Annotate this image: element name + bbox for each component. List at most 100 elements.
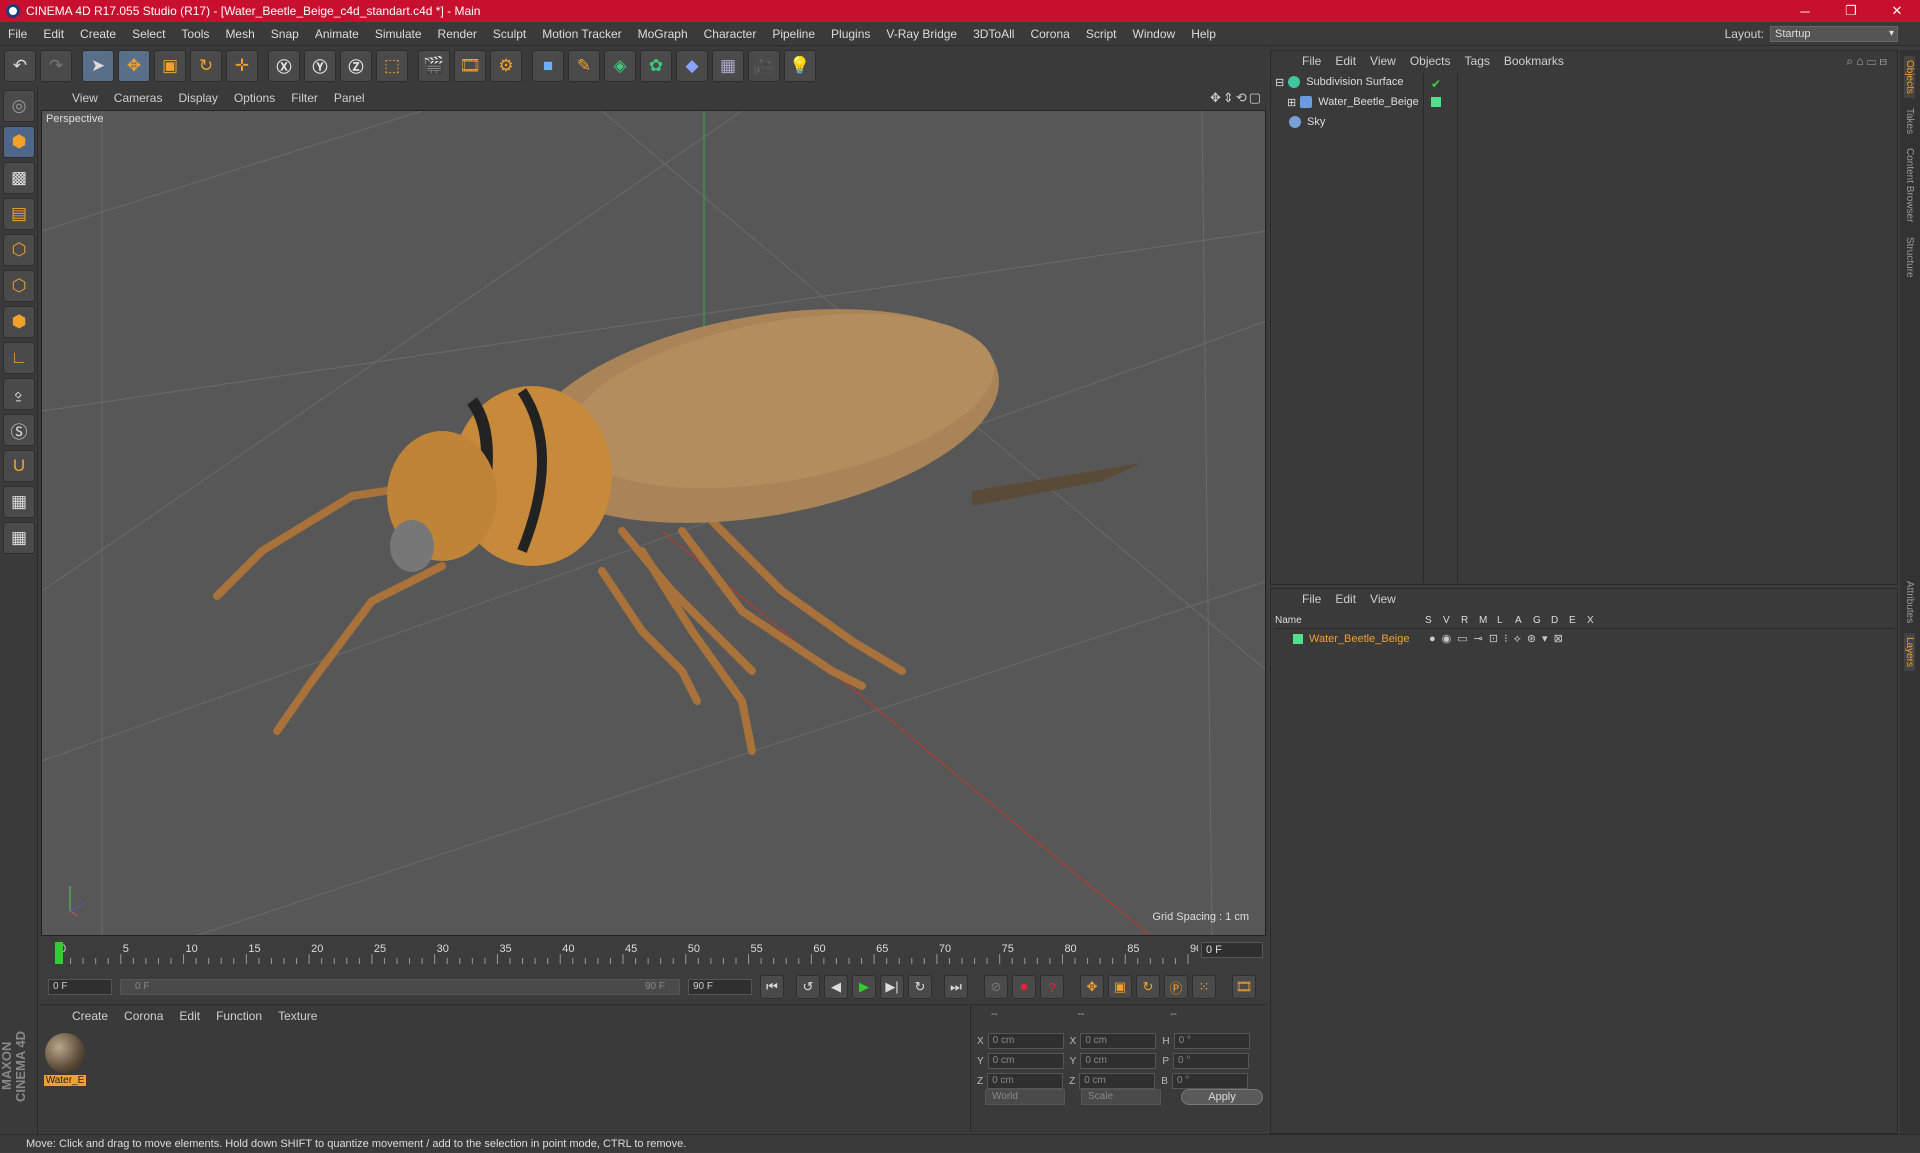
render-settings-icon[interactable]: ⚙ — [490, 50, 522, 82]
menu-plugins[interactable]: Plugins — [823, 27, 878, 41]
material-menu-function[interactable]: Function — [208, 1009, 270, 1023]
menu-help[interactable]: Help — [1183, 27, 1224, 41]
points-mode-icon[interactable]: ⬡ — [3, 234, 35, 266]
apply-button[interactable]: Apply — [1181, 1089, 1263, 1105]
material-menu-texture[interactable]: Texture — [270, 1009, 325, 1023]
menu-window[interactable]: Window — [1125, 27, 1184, 41]
tab-attributes[interactable]: Attributes — [1904, 577, 1915, 627]
layer-color-swatch[interactable] — [1293, 634, 1303, 644]
move-tool-icon[interactable]: ✥ — [118, 50, 150, 82]
position-z-field[interactable]: 0 cm — [987, 1073, 1064, 1089]
material-menu-edit[interactable]: Edit — [171, 1009, 208, 1023]
objmgr-menu-edit[interactable]: Edit — [1328, 54, 1363, 68]
record-keys-icon[interactable]: ⊘ — [984, 975, 1008, 999]
maximize-button[interactable]: ❐ — [1828, 0, 1874, 22]
expand-icon[interactable]: ⊞ — [1287, 96, 1296, 109]
search-icon[interactable]: ⌕ ⌂ ▭ ⊟ — [1846, 54, 1887, 69]
menu-mesh[interactable]: Mesh — [217, 27, 262, 41]
edges-mode-icon[interactable]: ⬡ — [3, 270, 35, 302]
render-view-icon[interactable]: 🎬 — [418, 50, 450, 82]
current-frame-field[interactable]: 0 F — [1201, 942, 1263, 958]
viewport-menu-panel[interactable]: Panel — [326, 91, 373, 105]
deformer-icon[interactable]: ◆ — [676, 50, 708, 82]
coordinate-mode-dropdown[interactable]: World — [985, 1089, 1065, 1105]
rotation-p-field[interactable]: 0 ° — [1173, 1053, 1250, 1069]
menu-create[interactable]: Create — [72, 27, 124, 41]
end-frame-field[interactable]: 90 F — [688, 979, 752, 995]
layer-color-icon[interactable] — [1431, 97, 1441, 107]
menu-file[interactable]: File — [0, 27, 35, 41]
position-y-field[interactable]: 0 cm — [987, 1053, 1064, 1069]
menu-pipeline[interactable]: Pipeline — [764, 27, 823, 41]
objmgr-menu-view[interactable]: View — [1363, 54, 1403, 68]
redo-icon[interactable]: ↷ — [40, 50, 72, 82]
menu-snap[interactable]: Snap — [263, 27, 307, 41]
go-to-start-icon[interactable]: ⏮ — [760, 975, 784, 999]
start-frame-field[interactable]: 0 F — [48, 979, 112, 995]
position-x-field[interactable]: 0 cm — [987, 1033, 1064, 1049]
select-cursor-icon[interactable]: ➤ — [82, 50, 114, 82]
key-point-level-icon[interactable]: ⁙ — [1192, 975, 1216, 999]
tweak-mode-icon[interactable]: ⍚ — [3, 378, 35, 410]
polygons-mode-icon[interactable]: ⬢ — [3, 306, 35, 338]
mograph-cloner-icon[interactable]: ✿ — [640, 50, 672, 82]
objmgr-menu-objects[interactable]: Objects — [1403, 54, 1458, 68]
key-rotation-icon[interactable]: ↻ — [1136, 975, 1160, 999]
menu-mograph[interactable]: MoGraph — [630, 27, 696, 41]
timeline-ruler[interactable]: 051015202530354045505560657075808590 0 F — [40, 936, 1267, 970]
objmgr-menu-tags[interactable]: Tags — [1458, 54, 1497, 68]
menu-edit[interactable]: Edit — [35, 27, 72, 41]
key-parameter-icon[interactable]: Ⓟ — [1164, 975, 1188, 999]
live-selection-icon[interactable]: ✛ — [226, 50, 258, 82]
object-row-water-beetle[interactable]: ⊞ Water_Beetle_Beige — [1287, 93, 1419, 111]
close-button[interactable]: ✕ — [1874, 0, 1920, 22]
cube-primitive-icon[interactable]: ■ — [532, 50, 564, 82]
tab-structure[interactable]: Structure — [1904, 233, 1915, 282]
menu-character[interactable]: Character — [696, 27, 765, 41]
render-picture-viewer-icon[interactable]: 🎞 — [454, 50, 486, 82]
layermgr-menu-edit[interactable]: Edit — [1328, 592, 1363, 606]
subdivision-generator-icon[interactable]: ◈ — [604, 50, 636, 82]
viewport-menu-options[interactable]: Options — [226, 91, 283, 105]
menu-select[interactable]: Select — [124, 27, 173, 41]
frame-range-slider[interactable]: 0 F 90 F — [120, 979, 680, 995]
keyframe-selection-icon[interactable]: ? — [1040, 975, 1064, 999]
previous-frame-icon[interactable]: ◀ — [824, 975, 848, 999]
size-z-field[interactable]: 0 cm — [1079, 1073, 1156, 1089]
previous-key-icon[interactable]: ↺ — [796, 975, 820, 999]
x-axis-lock-icon[interactable]: Ⓧ — [268, 50, 300, 82]
material-menu-create[interactable]: Create — [64, 1009, 116, 1023]
object-row-subdivision-surface[interactable]: ⊟ Subdivision Surface — [1275, 73, 1403, 91]
go-to-end-icon[interactable]: ⏭ — [944, 975, 968, 999]
layermgr-menu-view[interactable]: View — [1363, 592, 1403, 606]
make-editable-icon[interactable]: ◎ — [3, 90, 35, 122]
key-scale-icon[interactable]: ▣ — [1108, 975, 1132, 999]
texture-mode-icon[interactable]: ▩ — [3, 162, 35, 194]
viewport-menu-view[interactable]: View — [64, 91, 106, 105]
floor-scene-icon[interactable]: ▦ — [712, 50, 744, 82]
light-icon[interactable]: 💡 — [784, 50, 816, 82]
viewport-menu-display[interactable]: Display — [170, 91, 225, 105]
material-menu-corona[interactable]: Corona — [116, 1009, 171, 1023]
viewport-menu-filter[interactable]: Filter — [283, 91, 326, 105]
objmgr-menu-bookmarks[interactable]: Bookmarks — [1497, 54, 1571, 68]
auto-keying-icon[interactable]: ⏺ — [1012, 975, 1036, 999]
menu-tools[interactable]: Tools — [173, 27, 217, 41]
playhead-marker[interactable] — [55, 942, 63, 964]
timeline-window-icon[interactable]: 🎞 — [1232, 975, 1256, 999]
menu-animate[interactable]: Animate — [307, 27, 367, 41]
minimize-button[interactable]: ─ — [1782, 0, 1828, 22]
tab-objects[interactable]: Objects — [1904, 56, 1915, 98]
play-icon[interactable]: ▶ — [852, 975, 876, 999]
menu-vray-bridge[interactable]: V-Ray Bridge — [878, 27, 965, 41]
material-swatch[interactable]: Water_E — [44, 1033, 86, 1086]
model-mode-icon[interactable]: ⬢ — [3, 126, 35, 158]
tab-content-browser[interactable]: Content Browser — [1904, 144, 1915, 226]
objmgr-menu-file[interactable]: File — [1295, 54, 1328, 68]
size-x-field[interactable]: 0 cm — [1080, 1033, 1157, 1049]
enabled-check-icon[interactable]: ✔ — [1431, 77, 1441, 91]
menu-3dtoall[interactable]: 3DToAll — [965, 27, 1022, 41]
magnet-snap-icon[interactable]: U — [3, 450, 35, 482]
menu-simulate[interactable]: Simulate — [367, 27, 430, 41]
collapse-icon[interactable]: ⊟ — [1275, 76, 1284, 89]
